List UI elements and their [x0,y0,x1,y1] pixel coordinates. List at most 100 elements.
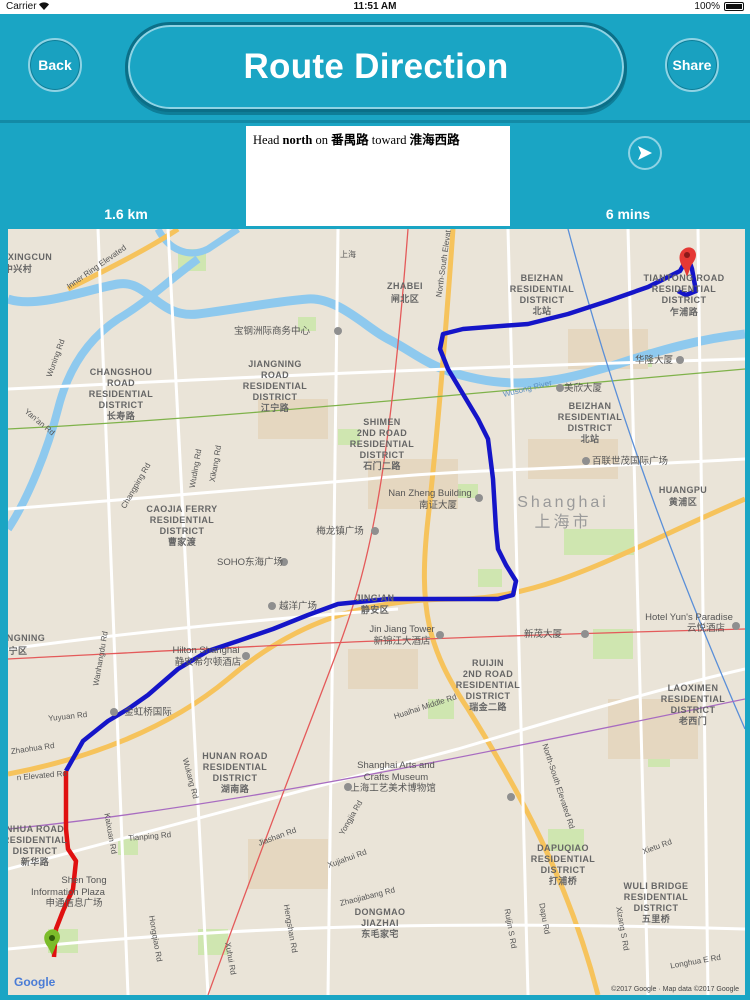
instruction-destination: 淮海西路 [409,133,460,147]
google-logo: Google [14,975,56,989]
label-shentong2: Information Plaza [31,887,106,898]
label-xingcun: XINGCUN [8,252,52,262]
label-wuning: Wuning Rd [45,338,67,378]
label-huaxin: 华隆大厦 [635,354,674,366]
label-jinjiang-cn: 新锦江大酒店 [373,635,430,647]
route-map[interactable]: ZHABEI 闸北区 BEIZHAN RESIDENTIAL DISTRICT … [8,229,745,995]
status-time: 11:51 AM [353,1,397,12]
label-hunan1: HUNAN ROAD [202,751,268,761]
label-beizhan2: BEIZHAN [569,401,612,411]
navigate-arrow-icon [638,146,652,160]
label-hongqiao: Hongqiao Rd [147,915,164,963]
label-beizhan1b: RESIDENTIAL [510,284,575,294]
label-shangcheng: 上海 [340,249,356,259]
label-beizhan2b: RESIDENTIAL [558,412,623,422]
label-yongjia: Yongjia Rd [337,799,364,837]
instruction-box: Head north on 番禺路 toward 淮海西路 [246,126,510,226]
back-button[interactable]: Back [28,38,82,92]
label-xinhua3: DISTRICT [13,846,58,856]
label-beizhan2-cn: 北站 [581,433,600,444]
label-tiantong1: TIANTONG ROAD [643,273,724,283]
city-label: Shanghai 上海市 [517,494,609,531]
label-dongmiao2: JIAZHAI [361,918,399,928]
label-ruijin-cn: 瑞金二路 [469,701,507,712]
label-dapuqiao1: DAPUQIAO [537,843,589,853]
instruction-direction: north [282,133,313,147]
label-nanzheng-cn: 南证大厦 [419,499,458,511]
label-beizhan2c: DISTRICT [568,423,613,433]
title-banner: Route Direction [125,22,627,112]
label-soho: SOHO东海广场 [217,556,283,568]
label-shentong1: Shen Tong [61,875,106,886]
label-kaixuan: Kaixuan Rd [102,812,118,854]
label-jinjiang: Jin Jiang Tower [369,624,434,635]
label-longhua: Longhua E Rd [670,953,722,971]
label-ningning: NGNING [8,633,45,643]
label-jingan: JING'AN [356,593,395,603]
header: Back Route Direction Share [0,14,750,124]
label-shimen2: 2ND ROAD [357,428,407,438]
label-ruijin3: RESIDENTIAL [456,680,521,690]
route-distance: 1.6 km [104,206,148,222]
label-dongmiao1: DONGMAO [355,907,406,917]
label-xinhua1: NHUA ROAD [8,824,64,834]
label-tiantong-cn: 乍浦路 [670,306,699,317]
label-tianping: Tianping Rd [128,830,171,843]
label-caojia1: CAOJIA FERRY [146,504,217,514]
label-hilton: Hilton Shanghai [172,645,239,656]
status-bar: Carrier 11:51 AM 100% [0,0,750,14]
share-button[interactable]: Share [665,38,719,92]
label-laoximen3: DISTRICT [671,705,716,715]
instruction-mid: on [312,133,332,147]
label-xujiahui: Xujiahui Rd [326,847,368,869]
label-hotelyun-cn: 云悦酒店 [687,622,725,634]
label-dapuqiao2: RESIDENTIAL [531,854,596,864]
label-meixin: 美欣大厦 [564,382,603,394]
label-tiantong3: DISTRICT [662,295,707,305]
label-ruijin2: 2ND ROAD [463,669,513,679]
label-changping: Changping Rd [119,461,152,510]
label-xikang: Xikang Rd [208,445,223,483]
label-zhaohua: Zhaohua Rd [10,741,55,756]
label-nsroad-bottom: North-South Elevated Rd [540,743,576,830]
label-shimen-cn: 石门二路 [362,460,401,471]
label-zhabei: ZHABEI [387,281,423,291]
label-zhabei-cn: 闸北区 [391,293,419,304]
label-tiantong2: RESIDENTIAL [652,284,717,294]
label-jiangning2: ROAD [261,370,289,380]
label-laoximen2: RESIDENTIAL [661,694,726,704]
label-ruijin4: DISTRICT [466,691,511,701]
label-caojia2: RESIDENTIAL [150,515,215,525]
label-jiangning3: RESIDENTIAL [243,381,308,391]
route-duration: 6 mins [605,206,651,222]
label-xizang: Xizang S Rd [614,906,631,951]
label-bailian: 百联世茂国际广场 [592,455,668,467]
label-arts1: Shanghai Arts and [357,760,435,771]
label-wuli-cn: 五里桥 [642,913,671,924]
label-laoximen1: LAOXIMEN [668,683,719,693]
route-info: 1.6 km Head north on 番禺路 toward 淮海西路 6 m… [0,124,750,228]
label-jingan-cn: 静安区 [361,604,389,615]
label-shimen3: RESIDENTIAL [350,439,415,449]
map-attribution[interactable]: ©2017 Google · Map data ©2017 Google [611,985,739,993]
label-changshou1: CHANGSHOU [90,367,153,377]
label-arts-cn: 上海工艺美术博物馆 [350,782,436,794]
battery-percent: 100% [694,1,720,12]
label-ningning-cn: 宁区 [9,645,28,656]
label-ruijin-rd: Ruijin S Rd [503,908,519,949]
label-yuxin: 金虹桥国际 [124,706,172,718]
label-wuding: Wuding Rd [188,448,204,488]
label-shanghai: Shanghai [517,494,609,511]
label-arts2: Crafts Museum [364,772,428,783]
map-canvas[interactable]: ZHABEI 闸北区 BEIZHAN RESIDENTIAL DISTRICT … [8,229,745,995]
label-changshou2: ROAD [107,378,135,388]
label-hunan2: RESIDENTIAL [203,762,268,772]
poi-labels: 宝钢洲际商务中心 华隆大厦 美欣大厦 百联世茂国际广场 Nan Zheng Bu… [31,325,733,909]
label-wuli1: WULI BRIDGE [624,881,689,891]
label-xietu: Xietu Rd [641,837,673,856]
label-xingcun-cn: 中兴村 [8,263,32,274]
label-beizhan1-cn: 北站 [533,305,552,316]
label-huangpu-cn: 黄浦区 [669,496,697,507]
label-dapuqiao-cn: 打浦桥 [549,875,578,886]
navigate-button[interactable] [628,136,662,170]
